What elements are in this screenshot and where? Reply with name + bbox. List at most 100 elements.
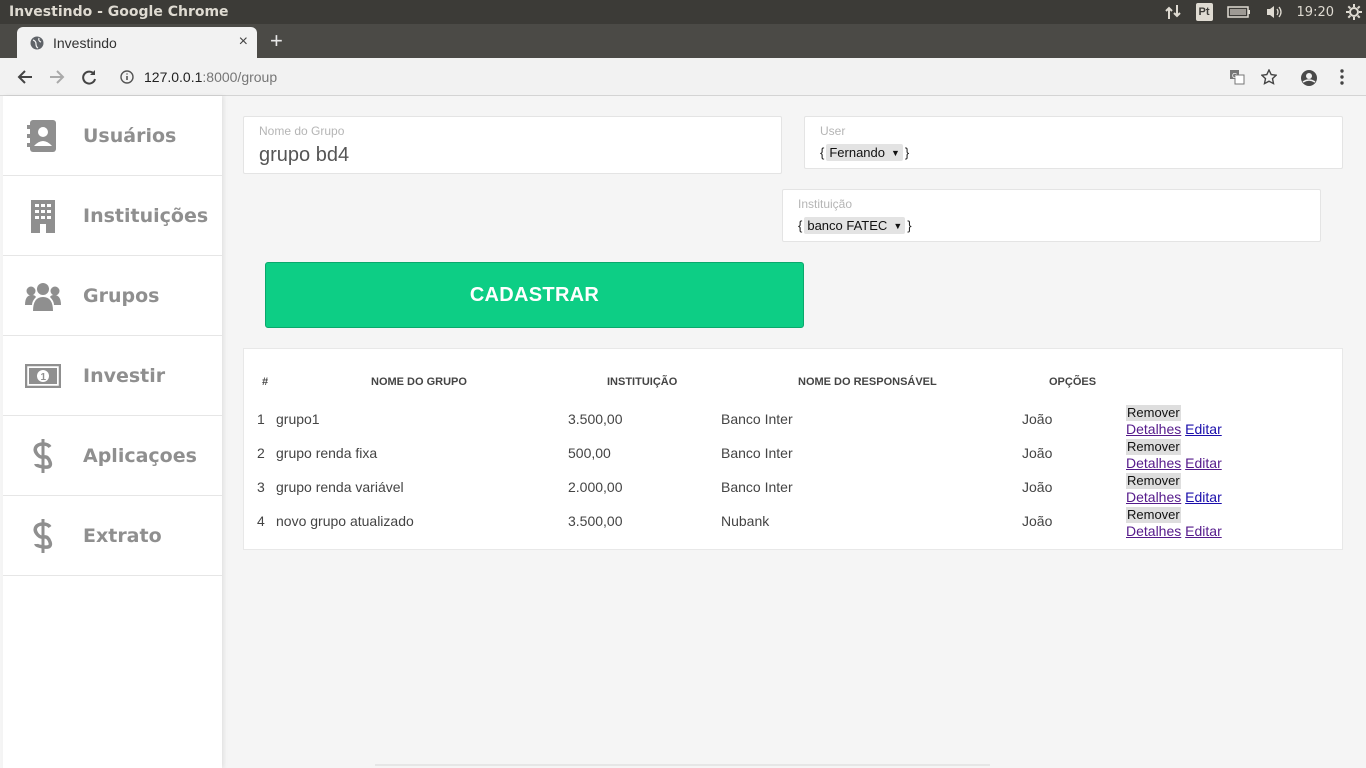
remove-button[interactable]: Remover xyxy=(1126,405,1181,421)
brace-open: { xyxy=(798,218,803,233)
row-nome: novo grupo atualizado xyxy=(276,513,414,529)
keyboard-language-indicator[interactable]: Pt xyxy=(1195,3,1213,21)
sidebar-item-usuarios[interactable]: Usuários xyxy=(3,96,222,176)
sidebar-item-aplicacoes[interactable]: Aplicaçoes xyxy=(3,416,222,496)
sidebar-item-label: Instituições xyxy=(83,204,209,227)
institution-select-wrapper: { banco FATEC ▼ } xyxy=(798,217,912,234)
back-arrow-icon[interactable] xyxy=(13,65,37,89)
details-link[interactable]: Detalhes xyxy=(1126,421,1181,437)
brace-open: { xyxy=(820,145,825,160)
url-path: :8000/group xyxy=(202,69,278,85)
details-link[interactable]: Detalhes xyxy=(1126,523,1181,539)
row-options: Remover Detalhes Editar xyxy=(1126,404,1222,437)
remove-button[interactable]: Remover xyxy=(1126,439,1181,455)
group-name-field[interactable]: Nome do Grupo grupo bd4 xyxy=(243,116,782,174)
svg-text:G: G xyxy=(1232,73,1237,80)
system-tray: Pt 19:20 xyxy=(1150,0,1366,24)
row-nome: grupo renda variável xyxy=(276,479,404,495)
users-icon xyxy=(25,278,61,314)
building-icon xyxy=(25,198,61,234)
group-name-label: Nome do Grupo xyxy=(259,124,345,138)
edit-link[interactable]: Editar xyxy=(1185,421,1222,437)
institution-field: Instituição { banco FATEC ▼ } xyxy=(782,189,1321,242)
remove-button[interactable]: Remover xyxy=(1126,507,1181,523)
remove-button[interactable]: Remover xyxy=(1126,473,1181,489)
svg-text:1: 1 xyxy=(41,372,47,383)
row-valor: 3.500,00 xyxy=(568,411,623,427)
row-instituicao: Banco Inter xyxy=(721,411,793,427)
sidebar-item-label: Grupos xyxy=(83,284,160,307)
header-instituicao: INSTITUIÇÃO xyxy=(607,376,678,388)
row-instituicao: Nubank xyxy=(721,513,770,529)
bookmark-star-icon[interactable] xyxy=(1257,65,1281,89)
battery-icon[interactable] xyxy=(1226,0,1251,24)
row-responsavel: João xyxy=(1022,513,1053,529)
reload-icon[interactable] xyxy=(77,65,101,89)
header-responsavel: NOME DO RESPONSÁVEL xyxy=(798,376,937,388)
details-link[interactable]: Detalhes xyxy=(1126,455,1181,471)
money-bill-icon: 1 xyxy=(25,358,61,394)
header-opcoes: OPÇÕES xyxy=(1049,376,1097,388)
edit-link[interactable]: Editar xyxy=(1185,523,1222,539)
cadastrar-button[interactable]: CADASTRAR xyxy=(265,262,804,328)
row-options: Remover Detalhes Editar xyxy=(1126,506,1222,539)
info-icon[interactable] xyxy=(120,70,134,84)
institution-label: Instituição xyxy=(798,197,853,211)
new-tab-button[interactable]: + xyxy=(270,28,283,54)
address-bar[interactable]: 127.0.0.1:8000/group xyxy=(120,66,277,88)
row-options: Remover Detalhes Editar xyxy=(1126,472,1222,505)
sidebar-item-grupos[interactable]: Grupos xyxy=(3,256,222,336)
row-num: 1 xyxy=(257,411,265,427)
dollar-icon xyxy=(25,518,61,554)
tab-close-icon[interactable]: × xyxy=(239,33,248,51)
menu-kebab-icon[interactable] xyxy=(1330,65,1354,89)
user-field: User { Fernando ▼ } xyxy=(804,116,1343,169)
brace-close: } xyxy=(904,145,910,160)
row-responsavel: João xyxy=(1022,411,1053,427)
group-name-input[interactable]: grupo bd4 xyxy=(259,144,349,167)
translate-icon[interactable]: G xyxy=(1225,65,1249,89)
forward-arrow-icon[interactable] xyxy=(45,65,69,89)
edit-link[interactable]: Editar xyxy=(1185,489,1222,505)
institution-select-value: banco FATEC xyxy=(807,218,888,233)
table-row: 4 novo grupo atualizado 3.500,00 Nubank … xyxy=(244,506,1342,543)
page-divider xyxy=(375,764,990,766)
network-icon[interactable] xyxy=(1164,0,1182,24)
edit-link[interactable]: Editar xyxy=(1185,455,1222,471)
sidebar-item-instituicoes[interactable]: Instituições xyxy=(3,176,222,256)
extension-icon[interactable] xyxy=(1297,65,1321,89)
user-select-wrapper: { Fernando ▼ } xyxy=(820,144,909,161)
window-title: Investindo - Google Chrome xyxy=(9,4,229,20)
row-num: 3 xyxy=(257,479,265,495)
sidebar-item-extrato[interactable]: Extrato xyxy=(3,496,222,576)
browser-tab-strip: Investindo × + xyxy=(0,24,1366,58)
settings-gear-icon[interactable] xyxy=(1346,0,1362,24)
dropdown-arrow-icon: ▼ xyxy=(891,147,900,158)
row-nome: grupo1 xyxy=(276,411,320,427)
header-num: # xyxy=(262,376,269,388)
row-nome: grupo renda fixa xyxy=(276,445,378,461)
volume-icon[interactable] xyxy=(1265,0,1283,24)
institution-select[interactable]: banco FATEC ▼ xyxy=(804,217,906,234)
row-num: 4 xyxy=(257,513,265,529)
user-label: User xyxy=(820,124,846,138)
user-select[interactable]: Fernando ▼ xyxy=(826,144,903,161)
row-valor: 2.000,00 xyxy=(568,479,623,495)
sidebar-item-label: Usuários xyxy=(83,124,177,147)
sidebar-item-label: Extrato xyxy=(83,524,162,547)
header-nome: NOME DO GRUPO xyxy=(371,376,467,388)
details-link[interactable]: Detalhes xyxy=(1126,489,1181,505)
page-content: Usuários Instituições Grupos 1 Investir … xyxy=(0,96,1366,768)
sidebar: Usuários Instituições Grupos 1 Investir … xyxy=(3,96,222,768)
row-valor: 500,00 xyxy=(568,445,611,461)
os-top-bar: Investindo - Google Chrome Pt 19:20 xyxy=(0,0,1366,24)
tab-title: Investindo xyxy=(53,34,117,51)
sidebar-item-investir[interactable]: 1 Investir xyxy=(3,336,222,416)
table-row: 1 grupo1 3.500,00 Banco Inter João Remov… xyxy=(244,404,1342,441)
clock[interactable]: 19:20 xyxy=(1297,0,1334,24)
row-responsavel: João xyxy=(1022,479,1053,495)
sidebar-item-label: Aplicaçoes xyxy=(83,444,197,467)
browser-tab[interactable]: Investindo × xyxy=(17,27,257,58)
table-row: 3 grupo renda variável 2.000,00 Banco In… xyxy=(244,472,1342,509)
address-book-icon xyxy=(25,118,61,154)
